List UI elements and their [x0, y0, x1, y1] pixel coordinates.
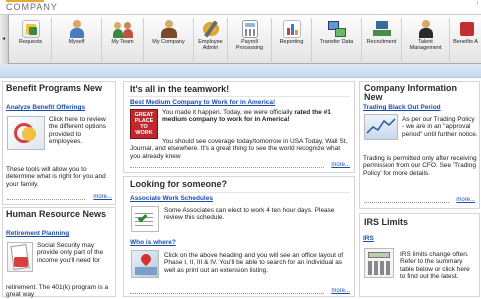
- stock-line-icon: [366, 118, 396, 134]
- looking-for-someone-title: Looking for someone?: [130, 179, 228, 189]
- info-more-link[interactable]: more...: [456, 197, 475, 203]
- recruitment-icon: [372, 20, 392, 38]
- analyze-benefit-offerings-link[interactable]: Analyze Benefit Offerings: [6, 104, 85, 111]
- toolbar-label: Employee Admin: [198, 39, 223, 51]
- toolbar-label: Reporting: [279, 39, 304, 45]
- toolbar-band: [0, 64, 481, 78]
- retirement-planning-link[interactable]: Retirement Planning: [6, 230, 69, 237]
- who-is-where-link[interactable]: Who is where?: [130, 239, 176, 246]
- best-medium-company-link[interactable]: Best Medium Company to Work for in Ameri…: [130, 99, 275, 106]
- toolbar-my-team[interactable]: My Team: [102, 18, 144, 62]
- toolbar-talent-management[interactable]: Talent Management: [402, 18, 450, 62]
- associate-work-schedules-link[interactable]: Associate Work Schedules: [130, 195, 213, 202]
- teamwork-more-link[interactable]: more...: [331, 162, 350, 168]
- toolbar-transfer-data[interactable]: Transfer Data: [312, 18, 362, 62]
- toolbar-label: My Team: [111, 39, 134, 45]
- who-is-where-text: Click on the above heading and you will …: [164, 252, 344, 274]
- dotted-separator: [130, 293, 324, 294]
- toolbar-label: Talent Management: [409, 39, 442, 51]
- company-information-panel: Company Information New Trading Black Ou…: [359, 81, 480, 209]
- stock-chart-icon: [364, 114, 398, 140]
- company-logo[interactable]: COMPANY: [6, 2, 58, 12]
- team-icon: [112, 20, 133, 38]
- irs-link[interactable]: IRS: [363, 235, 374, 242]
- toolbar-collapse-handle[interactable]: ◂: [0, 15, 9, 65]
- benefits-icon: [456, 20, 476, 38]
- toolbar-label: Transfer Data: [319, 39, 354, 45]
- benefit-illustration-icon: [7, 116, 45, 150]
- benefit-more-link[interactable]: more...: [93, 194, 112, 200]
- location-map-icon: [131, 250, 159, 278]
- irs-limits-text: IRS limits change often. Refer to the su…: [400, 251, 470, 281]
- talent-person-icon: [416, 20, 436, 38]
- benefit-description-2: These tools will allow you to determine …: [6, 166, 106, 188]
- great-place-to-work-badge: GREAT PLACE TO WORK: [130, 109, 158, 139]
- payroll-calculator-icon: [241, 20, 258, 38]
- work-schedules-text: Some Associates can elect to work 4 ten …: [164, 207, 335, 222]
- benefit-programs-title: Benefit Programs New: [6, 83, 103, 93]
- teamwork-text-a: You made it happen. Today, we were offic…: [162, 109, 295, 116]
- hr-news-panel: Human Resource News Retirement Planning …: [2, 207, 116, 298]
- toolbar-label: Benefits A: [453, 39, 478, 45]
- app-header: COMPANY l: [0, 0, 481, 14]
- teamwork-coverage-text: You should see coverage today/tomorrow i…: [130, 138, 348, 160]
- company-people-icon: [159, 20, 179, 38]
- toolbar-payroll-processing[interactable]: Payroll Processing: [228, 18, 272, 62]
- title-divider: [128, 192, 350, 193]
- toolbar-label: My Company: [152, 39, 185, 45]
- toolbar-label: Payroll Processing: [235, 39, 264, 51]
- trading-policy-text-2: Trading is permitted only after receivin…: [363, 155, 477, 177]
- calculator-icon: [364, 248, 394, 278]
- teamwork-title: It's all in the teamwork!: [130, 84, 230, 94]
- retirement-illustration-icon: [7, 242, 33, 272]
- title-divider: [128, 96, 350, 97]
- person-icon: [67, 20, 87, 38]
- admin-tools-icon: [201, 20, 221, 38]
- dotted-separator: [7, 199, 85, 200]
- hr-news-description: Social Security may provide only part of…: [37, 242, 104, 264]
- main-toolbar: ◂ Requests Myself My Team My Company Emp…: [0, 14, 481, 65]
- checklist-icon: [131, 206, 159, 232]
- dotted-separator: [364, 202, 449, 203]
- someone-more-link[interactable]: more...: [331, 288, 350, 294]
- irs-limits-panel: IRS Limits IRS IRS limits change often. …: [359, 213, 480, 297]
- toolbar-label: Myself: [68, 39, 85, 45]
- hr-news-title: Human Resource News: [6, 209, 107, 219]
- trading-policy-text: As per our Trading Policy - we are in an…: [402, 116, 478, 138]
- teamwork-panel: It's all in the teamwork! Best Medium Co…: [123, 81, 355, 173]
- bar-chart-icon: [282, 20, 301, 38]
- trading-black-out-link[interactable]: Trading Black Out Period: [363, 104, 441, 111]
- top-right-mark: l: [476, 1, 478, 7]
- requests-icon: [21, 20, 40, 38]
- toolbar-recruitment[interactable]: Recruitment: [362, 18, 402, 62]
- toolbar-requests[interactable]: Requests: [10, 18, 52, 62]
- toolbar-reporting[interactable]: Reporting: [272, 18, 312, 62]
- dotted-separator: [130, 167, 324, 168]
- irs-limits-title: IRS Limits: [364, 217, 409, 227]
- transfer-data-icon: [327, 20, 347, 38]
- benefit-description: Click here to review the different optio…: [49, 116, 106, 146]
- looking-for-someone-panel: Looking for someone? Associate Work Sche…: [123, 176, 355, 297]
- toolbar-my-company[interactable]: My Company: [144, 18, 194, 62]
- company-information-title: Company Information New: [364, 83, 458, 102]
- toolbar-label: Requests: [18, 39, 43, 45]
- benefit-programs-panel: Benefit Programs New Analyze Benefit Off…: [2, 81, 116, 205]
- teamwork-announcement: You made it happen. Today, we were offic…: [162, 109, 352, 124]
- toolbar-label: Recruitment: [366, 39, 397, 45]
- toolbar-benefits[interactable]: Benefits A: [450, 18, 481, 62]
- toolbar-myself[interactable]: Myself: [52, 18, 102, 62]
- toolbar-employee-admin[interactable]: Employee Admin: [194, 18, 228, 62]
- chevron-left-icon: ◂: [2, 35, 6, 42]
